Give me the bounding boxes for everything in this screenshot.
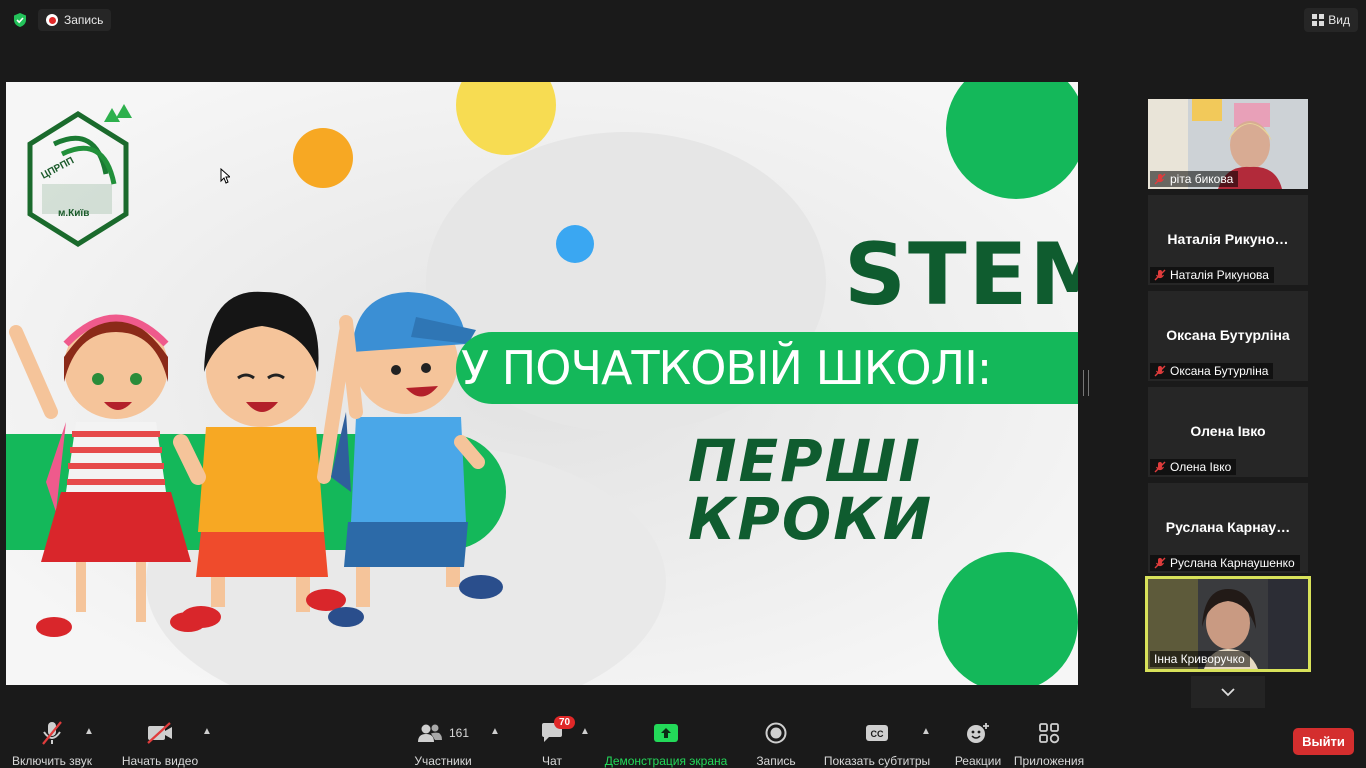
participants-button[interactable]: 161 Участники — [412, 708, 474, 768]
shield-check-icon[interactable] — [12, 12, 28, 28]
share-screen-button[interactable]: Демонстрация экрана — [603, 708, 729, 768]
apps-label: Приложения — [1013, 754, 1085, 768]
participants-icon — [417, 724, 442, 742]
unmute-button[interactable]: Включить звук — [10, 708, 94, 768]
chat-options-caret-icon[interactable]: ▲ — [580, 726, 590, 737]
slide-subtitle-2: ПЕРШІ КРОКИ — [688, 427, 934, 553]
chat-unread-badge: 70 — [554, 716, 576, 729]
meeting-toolbar: Включить звук ▲ Начать видео ▲ 161 Участ… — [0, 708, 1366, 768]
participant-nameplate: Оксана Бутурліна — [1150, 363, 1274, 379]
record-button[interactable]: Запись — [752, 708, 800, 768]
participant-name: Інна Криворучко — [1154, 652, 1245, 666]
shared-screen: ЦПРПП м.Київ STEM У ПОЧАТКОВІЙ ШКОЛІ: ПЕ… — [6, 82, 1078, 685]
slide-title: STEM — [844, 225, 1078, 325]
participant-nameplate: Олена Івко — [1150, 459, 1237, 475]
grid-view-icon — [1312, 14, 1325, 26]
logo-city: м.Київ — [58, 208, 90, 219]
decor-circle-blue — [556, 225, 594, 263]
share-screen-icon — [654, 724, 678, 742]
participant-name: Оксана Бутурліна — [1170, 364, 1269, 378]
top-bar: Запись Вид — [0, 0, 1366, 40]
video-options-caret-icon[interactable]: ▲ — [202, 726, 212, 737]
participant-tile[interactable]: Олена Івко Олена Івко — [1148, 387, 1308, 477]
participant-name: Олена Івко — [1170, 460, 1232, 474]
captions-options-caret-icon[interactable]: ▲ — [921, 726, 931, 737]
participant-display-name: Оксана Бутурліна — [1166, 327, 1290, 343]
slide-subtitle: У ПОЧАТКОВІЙ ШКОЛІ: — [461, 341, 992, 395]
mic-muted-icon — [1154, 557, 1166, 569]
participant-name: ріта бикова — [1170, 172, 1234, 186]
chat-label: Чат — [542, 754, 562, 768]
recording-indicator[interactable]: Запись — [38, 9, 112, 31]
mic-muted-icon — [1154, 461, 1166, 473]
panel-resize-handle[interactable] — [1083, 370, 1089, 396]
apps-button[interactable]: Приложения — [996, 708, 1102, 768]
participant-nameplate: Руслана Карнаушенко — [1150, 555, 1300, 571]
more-participants-button[interactable] — [1191, 676, 1265, 708]
participant-display-name: Наталія Рикуно… — [1167, 231, 1289, 247]
chat-button[interactable]: 70 Чат — [534, 708, 576, 768]
decor-circle-orange — [293, 128, 353, 188]
participant-nameplate: ріта бикова — [1150, 171, 1239, 187]
chevron-down-icon — [1221, 688, 1235, 697]
mouse-cursor-icon — [220, 168, 230, 184]
mic-muted-icon — [1154, 173, 1166, 185]
participants-options-caret-icon[interactable]: ▲ — [490, 726, 500, 737]
apps-icon — [1039, 723, 1060, 744]
participant-name: Руслана Карнаушенко — [1170, 556, 1295, 570]
participant-nameplate: Наталія Рикунова — [1150, 267, 1274, 283]
leave-meeting-button[interactable]: Выйти — [1293, 728, 1354, 755]
record-icon — [765, 722, 787, 744]
share-screen-label: Демонстрация экрана — [604, 754, 728, 768]
record-label: Запись — [756, 754, 796, 768]
participant-tile[interactable]: Наталія Рикуно… Наталія Рикунова — [1148, 195, 1308, 285]
participant-tile[interactable]: Руслана Карнау… Руслана Карнаушенко — [1148, 483, 1308, 573]
participant-tile-active-speaker[interactable]: Інна Криворучко — [1145, 576, 1311, 672]
participant-tile[interactable]: ріта бикова — [1148, 99, 1308, 189]
reactions-label: Реакции — [954, 754, 1002, 768]
participant-display-name: Олена Івко — [1190, 423, 1266, 439]
svg-text:CC: CC — [871, 729, 884, 739]
reactions-icon — [967, 723, 989, 743]
closed-captions-icon: CC — [866, 725, 888, 741]
participants-label: Участники — [414, 754, 472, 768]
show-captions-label: Показать субтитры — [823, 754, 931, 768]
mic-muted-icon — [1154, 365, 1166, 377]
participant-tile[interactable]: Оксана Бутурліна Оксана Бутурліна — [1148, 291, 1308, 381]
start-video-button[interactable]: Начать видео — [120, 708, 200, 768]
unmute-label: Включить звук — [11, 754, 93, 768]
participant-nameplate: Інна Криворучко — [1150, 651, 1250, 667]
record-dot-icon — [46, 14, 58, 26]
start-video-label: Начать видео — [121, 754, 199, 768]
show-captions-button[interactable]: CC Показать субтитры — [822, 708, 932, 768]
participants-count: 161 — [448, 726, 470, 740]
mic-muted-icon — [1154, 269, 1166, 281]
mic-off-icon — [42, 721, 62, 745]
view-button[interactable]: Вид — [1304, 8, 1358, 32]
audio-options-caret-icon[interactable]: ▲ — [84, 726, 94, 737]
recording-label: Запись — [64, 13, 104, 27]
view-label: Вид — [1328, 13, 1350, 27]
participant-display-name: Руслана Карнау… — [1165, 519, 1291, 535]
video-off-icon — [147, 722, 172, 744]
participant-name: Наталія Рикунова — [1170, 268, 1269, 282]
